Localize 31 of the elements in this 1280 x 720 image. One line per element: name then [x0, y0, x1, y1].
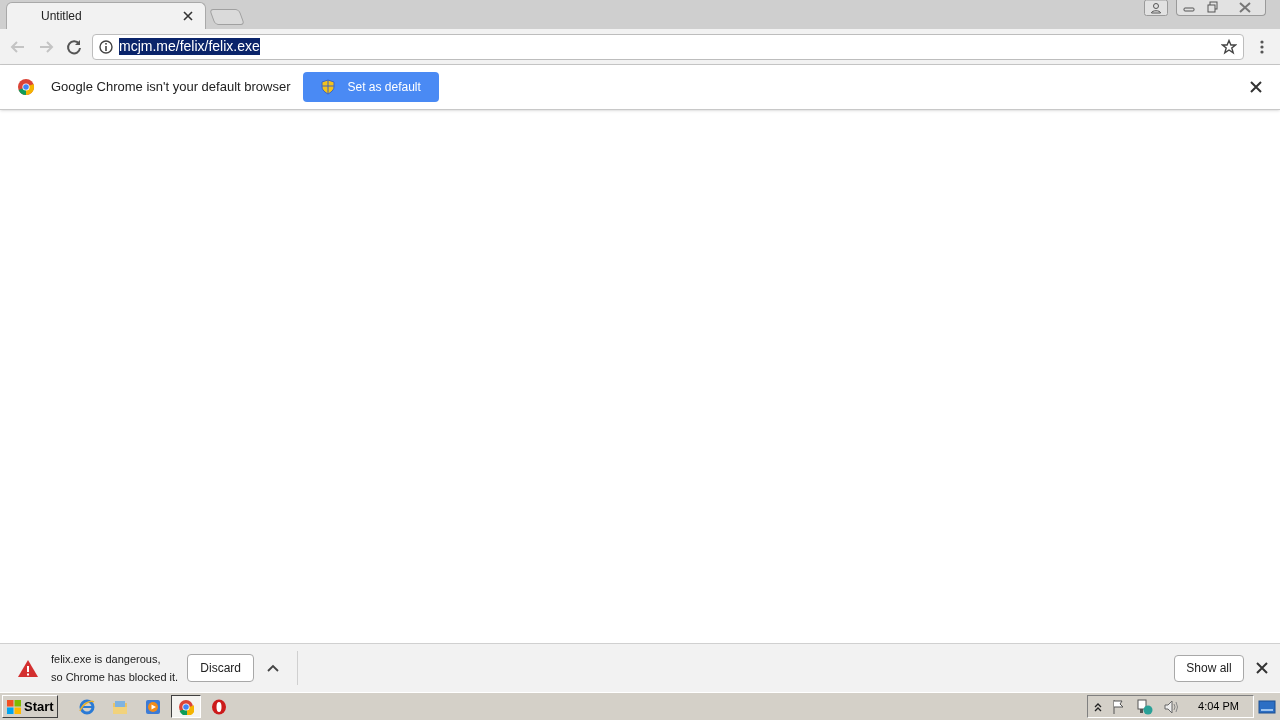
- close-icon[interactable]: [1256, 662, 1268, 674]
- url-text: mcjm.me/felix/felix.exe: [119, 38, 260, 55]
- address-bar[interactable]: mcjm.me/felix/felix.exe: [92, 33, 1244, 60]
- shield-icon: [321, 79, 336, 95]
- infobar-message: Google Chrome isn't your default browser: [51, 78, 291, 97]
- warning-icon: [17, 658, 39, 678]
- tab-title: Untitled: [41, 8, 83, 25]
- chevron-up-icon[interactable]: [1094, 701, 1103, 712]
- windows-logo-icon: [6, 698, 22, 715]
- close-icon[interactable]: [183, 11, 193, 21]
- browser-e-icon: [78, 698, 95, 715]
- chrome-logo-icon: [17, 78, 35, 96]
- start-button[interactable]: Start: [2, 695, 58, 718]
- network-icon[interactable]: [1136, 698, 1155, 715]
- taskbar-button[interactable]: [170, 695, 201, 718]
- close-icon[interactable]: [1250, 81, 1262, 93]
- show-all-button[interactable]: Show all: [1174, 654, 1244, 682]
- opera-logo-icon: [210, 698, 227, 715]
- download-warning-text: felix.exe is dangerous, so Chrome has blocked it.: [51, 652, 179, 685]
- clock-text: 4:04 PM: [1198, 699, 1239, 715]
- speaker-icon[interactable]: [1163, 698, 1180, 715]
- chevron-up-icon[interactable]: [267, 664, 280, 672]
- chrome-logo-icon: [177, 698, 194, 715]
- folder-icon: [111, 698, 128, 715]
- info-icon: [99, 39, 113, 54]
- show-desktop-icon[interactable]: [1258, 698, 1276, 715]
- browser-tab[interactable]: Untitled: [6, 2, 206, 29]
- profile-icon[interactable]: [1144, 0, 1168, 16]
- media-player-icon: [144, 698, 161, 715]
- star-icon[interactable]: [1221, 38, 1237, 55]
- discard-button[interactable]: Discard: [187, 654, 255, 682]
